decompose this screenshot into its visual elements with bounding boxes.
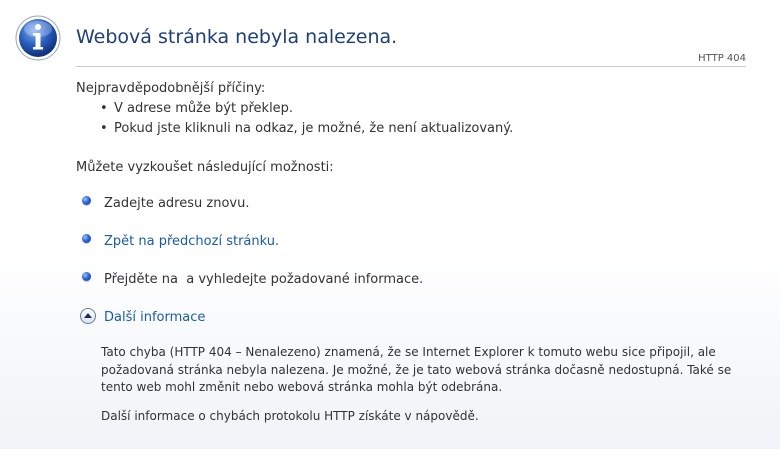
more-info-toggle[interactable]: Další informace [80, 307, 205, 327]
page-title: Webová stránka nebyla nalezena. [76, 26, 398, 48]
option-text: Přejděte na a vyhledejte požadované info… [104, 272, 424, 287]
back-link[interactable]: Zpět na předchozí stránku. [104, 234, 279, 249]
options-heading: Můžete vyzkoušet následující možnosti: [76, 160, 334, 175]
option-retype-address: Zadejte adresu znovu. [82, 195, 249, 213]
bullet-icon [82, 196, 91, 205]
details-paragraph: Tato chyba (HTTP 404 – Nenalezeno) zname… [101, 345, 732, 394]
title-divider [76, 66, 746, 67]
list-item: • Pokud jste kliknuli na odkaz, je možné,… [100, 121, 514, 136]
info-icon [15, 15, 61, 61]
cause-text: V adrese může být překlep. [114, 101, 294, 116]
more-info-link[interactable]: Další informace [104, 310, 205, 325]
causes-heading: Nejpravděpodobnější příčiny: [76, 81, 266, 96]
option-text: Zadejte adresu znovu. [104, 196, 250, 211]
option-go-back[interactable]: Zpět na předchozí stránku. [82, 233, 279, 251]
details-paragraph: Další informace o chybách protokolu HTTP… [101, 408, 479, 423]
bullet-icon [82, 234, 91, 243]
http-status-code: HTTP 404 [698, 53, 746, 64]
causes-list: • V adrese může být překlep. • Pokud jste … [100, 100, 513, 140]
more-info-details: Tato chyba (HTTP 404 – Nenalezeno) zname… [101, 344, 761, 436]
bullet-icon [82, 272, 91, 281]
option-search: Přejděte na a vyhledejte požadované info… [82, 271, 423, 289]
collapse-icon[interactable] [80, 307, 96, 324]
list-item: • V adrese může být překlep. [100, 101, 294, 116]
cause-text: Pokud jste kliknuli na odkaz, je možné, … [114, 121, 514, 136]
